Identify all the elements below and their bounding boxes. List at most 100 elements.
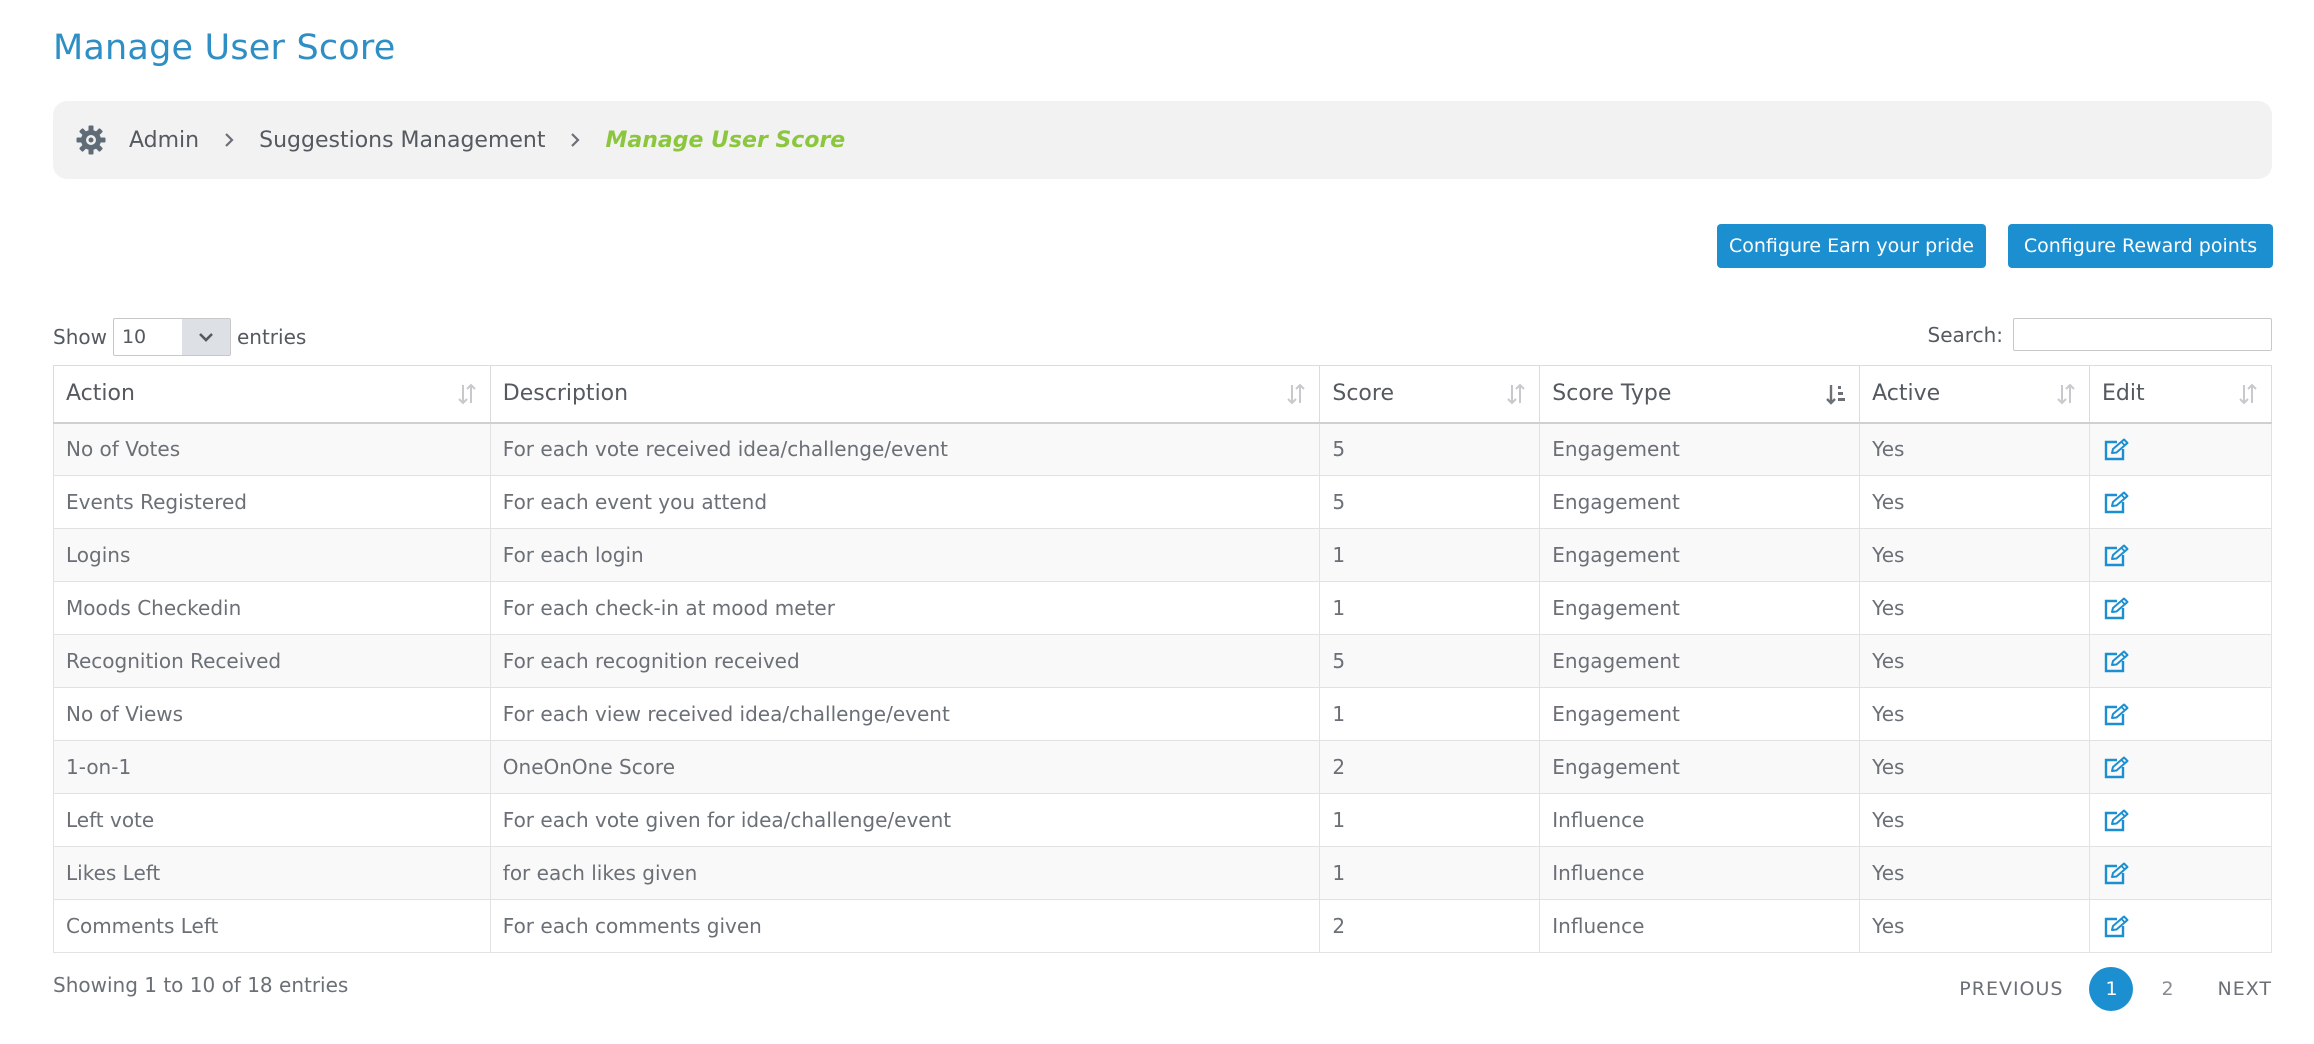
- chevron-right-icon: [555, 128, 595, 152]
- active-cell: Yes: [1859, 581, 2091, 635]
- pagination-page-1[interactable]: 1: [2089, 967, 2134, 1011]
- description-cell: For each event you attend: [489, 475, 1321, 529]
- sort-icon: [2239, 383, 2257, 405]
- edit-icon[interactable]: [2102, 438, 2130, 462]
- column-header-edit[interactable]: Edit: [2089, 365, 2272, 424]
- action-cell: Logins: [53, 528, 491, 582]
- edit-icon[interactable]: [2102, 756, 2130, 780]
- edit-icon[interactable]: [2102, 809, 2130, 833]
- show-label: Show: [53, 325, 107, 349]
- edit-cell: [2089, 422, 2272, 476]
- score-cell: 5: [1319, 422, 1541, 476]
- pagination-page-2[interactable]: 2: [2145, 967, 2189, 1011]
- edit-icon[interactable]: [2102, 915, 2130, 939]
- score-type-cell: Influence: [1539, 846, 1861, 900]
- action-cell: No of Votes: [53, 422, 491, 476]
- edit-cell: [2089, 581, 2272, 635]
- page-title: Manage User Score: [53, 28, 396, 68]
- description-cell: For each vote received idea/challenge/ev…: [489, 422, 1321, 476]
- search-label: Search:: [1927, 322, 2003, 347]
- score-type-cell: Engagement: [1539, 422, 1861, 476]
- score-type-cell: Engagement: [1539, 528, 1861, 582]
- score-type-cell: Engagement: [1539, 740, 1861, 794]
- edit-cell: [2089, 475, 2272, 529]
- score-cell: 1: [1319, 793, 1541, 847]
- active-cell: Yes: [1859, 846, 2091, 900]
- description-cell: For each view received idea/challenge/ev…: [489, 687, 1321, 741]
- table-row: Events Registered For each event you atte…: [53, 475, 2272, 529]
- action-cell: No of Views: [53, 687, 491, 741]
- column-header-score-type[interactable]: Score Type: [1539, 365, 1861, 424]
- edit-cell: [2089, 793, 2272, 847]
- edit-cell: [2089, 528, 2272, 582]
- pagination-next[interactable]: NEXT: [2217, 978, 2272, 1000]
- edit-cell: [2089, 634, 2272, 688]
- edit-cell: [2089, 687, 2272, 741]
- table-row: Comments Left For each comments given 2 Inf…: [53, 899, 2272, 953]
- pagination-previous[interactable]: PREVIOUS: [1959, 978, 2063, 1000]
- edit-cell: [2089, 740, 2272, 794]
- description-cell: OneOnOne Score: [489, 740, 1321, 794]
- action-cell: Left vote: [53, 793, 491, 847]
- action-cell: Events Registered: [53, 475, 491, 529]
- column-header-active[interactable]: Active: [1859, 365, 2091, 424]
- entries-length-value: 10: [121, 326, 147, 348]
- description-cell: For each recognition received: [489, 634, 1321, 688]
- score-cell: 2: [1319, 740, 1541, 794]
- breadcrumb-suggestions-management[interactable]: Suggestions Management: [259, 128, 545, 153]
- breadcrumb-current: Manage User Score: [605, 127, 846, 153]
- sort-icon: [1287, 383, 1306, 405]
- table-row: Left vote For each vote given for idea/ch…: [53, 793, 2272, 847]
- search-input[interactable]: [2013, 318, 2272, 351]
- active-cell: Yes: [1859, 475, 2091, 529]
- column-header-action[interactable]: Action: [53, 365, 491, 424]
- column-header-description[interactable]: Description: [489, 365, 1321, 424]
- action-cell: 1-on-1: [53, 740, 491, 794]
- active-cell: Yes: [1859, 687, 2091, 741]
- column-header-score[interactable]: Score: [1319, 365, 1541, 424]
- score-type-cell: Influence: [1539, 793, 1861, 847]
- description-cell: For each check-in at mood meter: [489, 581, 1321, 635]
- edit-icon[interactable]: [2102, 650, 2130, 674]
- chevron-right-icon: [209, 128, 249, 152]
- search-control: Search:: [1928, 318, 2272, 351]
- user-score-table: Action Description Score Score Type Acti…: [53, 365, 2272, 953]
- table-row: Likes Left for each likes given 1 Influence…: [53, 846, 2272, 900]
- gear-icon: [75, 123, 109, 157]
- sort-icon: [458, 383, 476, 405]
- table-row: Logins For each login 1 Engagement Yes: [53, 528, 2272, 582]
- score-cell: 2: [1319, 899, 1541, 953]
- edit-icon[interactable]: [2102, 862, 2130, 886]
- sort-ascending-icon: [1826, 384, 1846, 405]
- score-cell: 1: [1319, 581, 1541, 635]
- score-cell: 1: [1319, 846, 1541, 900]
- description-cell: for each likes given: [489, 846, 1321, 900]
- table-row: Moods Checkedin For each check-in at mood…: [53, 581, 2272, 635]
- table-row: No of Views For each view received idea/c…: [53, 687, 2272, 741]
- active-cell: Yes: [1859, 528, 2091, 582]
- breadcrumb-admin[interactable]: Admin: [129, 128, 199, 153]
- action-cell: Likes Left: [53, 846, 491, 900]
- configure-reward-points-button[interactable]: Configure Reward points: [2008, 224, 2273, 268]
- table-header-row: Action Description Score Score Type Acti…: [53, 365, 2272, 424]
- score-type-cell: Engagement: [1539, 581, 1861, 635]
- edit-icon[interactable]: [2102, 703, 2130, 727]
- entries-length-select[interactable]: 10: [112, 318, 231, 356]
- breadcrumb: Admin Suggestions Management Manage User…: [53, 101, 2272, 179]
- edit-icon[interactable]: [2102, 544, 2130, 568]
- score-type-cell: Engagement: [1539, 634, 1861, 688]
- edit-icon[interactable]: [2102, 491, 2130, 515]
- active-cell: Yes: [1859, 899, 2091, 953]
- score-cell: 1: [1319, 528, 1541, 582]
- active-cell: Yes: [1859, 740, 2091, 794]
- edit-cell: [2089, 899, 2272, 953]
- active-cell: Yes: [1859, 422, 2091, 476]
- active-cell: Yes: [1859, 793, 2091, 847]
- score-cell: 1: [1319, 687, 1541, 741]
- action-cell: Recognition Received: [53, 634, 491, 688]
- configure-earn-your-pride-button[interactable]: Configure Earn your pride: [1717, 224, 1986, 268]
- edit-icon[interactable]: [2102, 597, 2130, 621]
- description-cell: For each comments given: [489, 899, 1321, 953]
- score-type-cell: Engagement: [1539, 475, 1861, 529]
- chevron-down-icon: [181, 319, 230, 355]
